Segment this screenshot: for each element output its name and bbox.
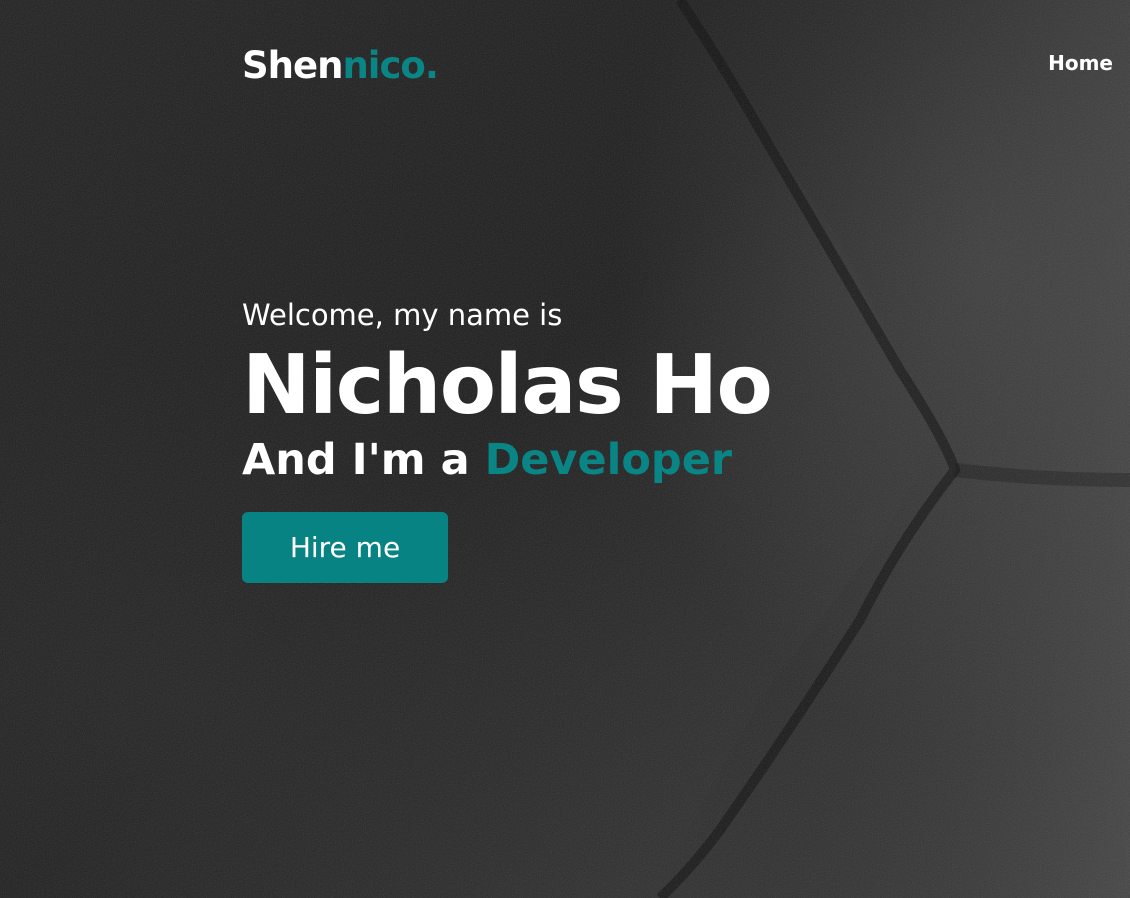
hire-me-button[interactable]: Hire me xyxy=(242,512,448,583)
logo-accent-text: nico. xyxy=(342,44,438,87)
hero-name-heading: Nicholas Ho xyxy=(242,338,773,433)
nav-link-home[interactable]: Home xyxy=(1048,51,1113,75)
hero-role-prefix: And I'm a xyxy=(242,435,485,485)
hero-section: Welcome, my name is Nicholas Ho And I'm … xyxy=(242,294,1002,583)
navbar: Shennico. Home xyxy=(0,0,1130,130)
site-logo[interactable]: Shennico. xyxy=(242,42,439,90)
hero-role-typed: Developer xyxy=(484,435,733,485)
logo-main-text: Shen xyxy=(242,44,343,87)
hero-welcome-text: Welcome, my name is xyxy=(242,298,563,332)
hero-role-text: And I'm a Developer xyxy=(242,432,1002,488)
